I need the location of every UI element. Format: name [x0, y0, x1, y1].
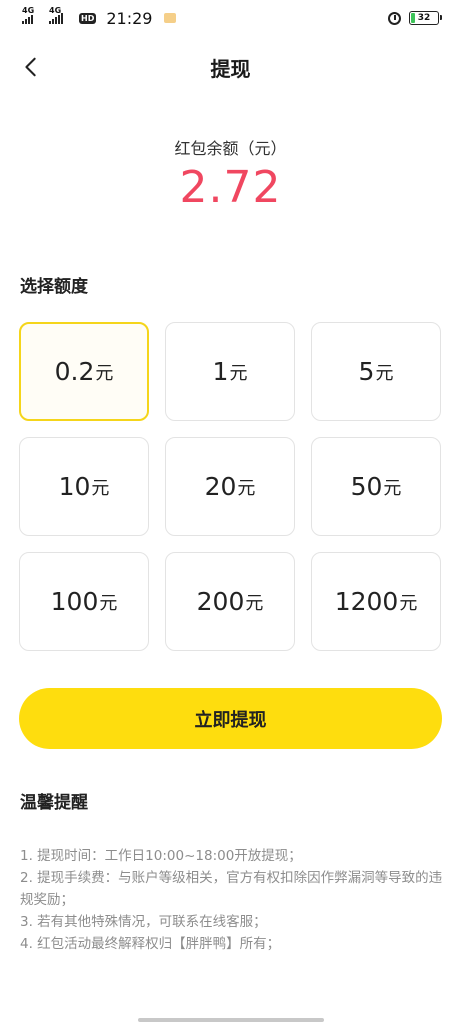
amount-option[interactable]: 20 元: [165, 437, 295, 536]
tips-list: 1. 提现时间：工作日10:00~18:00开放提现； 2. 提现手续费：与账户等…: [20, 845, 445, 955]
battery-icon: 32: [409, 11, 442, 25]
amount-value: 20: [204, 472, 237, 501]
amount-option[interactable]: 1元: [165, 322, 295, 421]
home-indicator[interactable]: [138, 1018, 324, 1022]
amount-unit: 元: [245, 592, 264, 614]
tip-item: 4. 红包活动最终解释权归【胖胖鸭】所有；: [20, 936, 281, 952]
amount-value: 1200: [334, 587, 399, 616]
amount-option[interactable]: 0.2 元: [19, 322, 149, 421]
status-right: 32: [388, 11, 442, 25]
amount-option[interactable]: 50 元: [311, 437, 441, 536]
tips-title: 温馨提醒: [20, 793, 88, 813]
amount-option[interactable]: 10 元: [19, 437, 149, 536]
amount-unit: 元: [399, 592, 418, 614]
status-time: 21:29: [106, 8, 153, 28]
amount-value: 50: [350, 472, 383, 501]
amount-unit: 元: [229, 362, 248, 384]
amount-unit: 元: [99, 592, 118, 614]
amount-grid: 0.2 元 1 元 5 元 10 元 20 元 50 元 100 元 200 元 1200 元: [19, 322, 442, 651]
chevron-left-icon: [25, 57, 36, 77]
tip-item: 3. 若有其他特殊情况，可联系在线客服；: [20, 914, 267, 930]
amount-unit: 元: [95, 362, 114, 384]
amount-unit: 元: [237, 477, 256, 499]
withdraw-button[interactable]: 立即提现: [19, 688, 442, 749]
page-title: 提现: [210, 56, 251, 81]
amount-unit: 元: [383, 477, 402, 499]
amount-section-title: 选择额度: [20, 277, 88, 297]
balance-label: 红包余额（元）: [174, 139, 287, 158]
tip-item: 1. 提现时间：工作日10:00~18:00开放提现；: [20, 848, 302, 864]
signal-icon: 4G: [22, 6, 34, 24]
amount-unit: 元: [375, 362, 394, 384]
notification-icon: [164, 13, 177, 23]
signal-icon-2: 4G: [49, 6, 63, 24]
amount-option[interactable]: 100 元: [19, 552, 149, 651]
amount-value: 10: [58, 472, 91, 501]
amount-value: 0.2: [54, 357, 95, 386]
tip-item: 2. 提现手续费：与账户等级相关，官方有权扣除因作弊漏洞等导致的违规奖励；: [20, 870, 443, 908]
amount-option[interactable]: 1200 元: [311, 552, 441, 651]
amount-value: 5: [358, 357, 375, 386]
amount-value: 200: [196, 587, 245, 616]
status-left: 4G 4G HD 21:29: [22, 6, 177, 28]
balance-value: 2.72: [179, 162, 282, 213]
amount-unit: 元: [91, 477, 110, 499]
amount-value: 100: [50, 587, 99, 616]
hd-badge: HD: [79, 12, 97, 24]
status-bar: 4G 4G HD 21:29 32: [0, 0, 461, 36]
alarm-icon: [388, 11, 401, 25]
amount-value: 1: [212, 357, 229, 386]
network-type-label: 4G: [22, 6, 35, 15]
battery-level: 32: [417, 13, 431, 23]
amount-option[interactable]: 5元: [311, 322, 441, 421]
amount-option[interactable]: 200 元: [165, 552, 295, 651]
header: 提现: [0, 44, 461, 90]
network-type-label-2: 4G: [49, 6, 62, 15]
back-button[interactable]: [14, 50, 48, 84]
